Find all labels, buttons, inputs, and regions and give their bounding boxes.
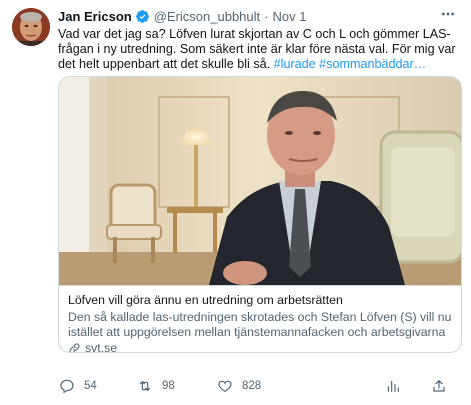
like-button[interactable]: 828 xyxy=(216,377,261,395)
verified-badge-icon xyxy=(135,9,150,24)
card-domain: svt.se xyxy=(68,341,454,353)
reply-count: 54 xyxy=(84,380,97,392)
tweet-header: Jan Ericson @Ericson_ubbhult · Nov 1 xyxy=(58,8,306,24)
analytics-button[interactable] xyxy=(384,377,402,395)
analytics-icon xyxy=(384,377,402,395)
link-card[interactable]: Löfven vill göra ännu en utredning om ar… xyxy=(58,76,462,353)
share-icon xyxy=(430,377,448,395)
more-icon[interactable] xyxy=(439,6,457,22)
card-title: Löfven vill göra ännu en utredning om ar… xyxy=(68,293,343,307)
hashtag-sommanbaddar[interactable]: #sommanbäddar xyxy=(319,57,414,71)
card-meta: Löfven vill göra ännu en utredning om ar… xyxy=(59,285,461,353)
reply-icon xyxy=(58,377,76,395)
author-name[interactable]: Jan Ericson xyxy=(58,9,132,24)
retweet-button[interactable]: 98 xyxy=(136,377,175,395)
card-image xyxy=(59,77,461,285)
like-icon xyxy=(216,377,234,395)
reply-button[interactable]: 54 xyxy=(58,377,97,395)
retweet-icon xyxy=(136,377,154,395)
share-button[interactable] xyxy=(430,377,448,395)
link-icon xyxy=(68,342,81,352)
tweet[interactable]: Jan Ericson @Ericson_ubbhult · Nov 1 Vad… xyxy=(0,0,471,405)
tweet-date[interactable]: Nov 1 xyxy=(272,9,306,24)
tweet-text: Vad var det jag sa? Löfven lurat skjorta… xyxy=(58,27,460,73)
author-handle[interactable]: @Ericson_ubbhult xyxy=(154,9,260,24)
truncation-ellipsis: … xyxy=(413,57,427,72)
like-count: 828 xyxy=(242,380,262,392)
card-domain-text: svt.se xyxy=(85,341,118,353)
tweet-actions: 54 98 828 xyxy=(58,376,399,396)
retweet-count: 98 xyxy=(162,380,175,392)
avatar[interactable] xyxy=(12,8,50,46)
header-separator: · xyxy=(264,8,269,24)
card-description: Den så kallade las-utredningen skrotades… xyxy=(68,310,452,339)
hashtag-lurade[interactable]: #lurade xyxy=(274,57,316,71)
